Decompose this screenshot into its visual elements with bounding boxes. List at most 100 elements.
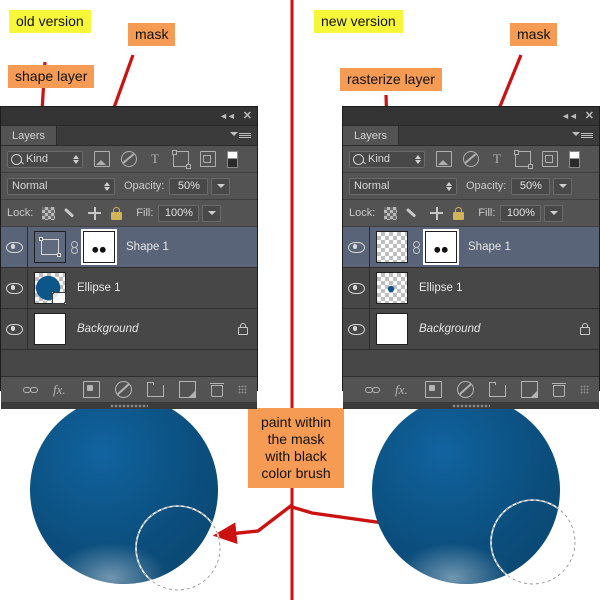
shape-filter-icon[interactable] xyxy=(513,149,533,169)
type-filter-icon[interactable]: T xyxy=(148,152,162,166)
lock-all-icon[interactable] xyxy=(453,206,465,220)
lock-transparent-icon[interactable] xyxy=(42,206,56,220)
chevron-updown-icon[interactable] xyxy=(415,154,421,164)
lock-image-icon[interactable] xyxy=(65,207,78,220)
eye-icon xyxy=(347,323,365,335)
opacity-label: Opacity: xyxy=(466,180,507,192)
add-mask-icon[interactable] xyxy=(425,381,442,398)
layer-list-empty-space xyxy=(343,350,599,377)
panel-menu-icon[interactable] xyxy=(581,130,593,140)
fill-value[interactable]: 100% xyxy=(500,204,542,222)
link-layers-icon[interactable] xyxy=(23,382,38,397)
layer-visibility-toggle[interactable] xyxy=(1,227,28,267)
adjustment-layer-icon[interactable] xyxy=(457,381,474,398)
resize-grip-icon[interactable] xyxy=(580,385,589,394)
opacity-dropdown-icon[interactable] xyxy=(553,177,573,195)
adjustment-filter-icon[interactable] xyxy=(121,151,137,167)
table-row[interactable]: Shape 1 xyxy=(1,227,257,268)
lock-transparent-icon[interactable] xyxy=(384,206,398,220)
blend-mode-select-old[interactable]: Normal xyxy=(7,177,115,195)
layer-mask-thumbnail[interactable] xyxy=(83,231,115,263)
blend-row-new: Normal Opacity: 50% xyxy=(343,173,599,200)
pixel-filter-icon[interactable] xyxy=(94,151,110,167)
new-layer-icon[interactable] xyxy=(179,381,196,398)
pixel-filter-icon[interactable] xyxy=(436,151,452,167)
table-row[interactable]: Background xyxy=(343,309,599,350)
drag-grip-icon[interactable] xyxy=(110,403,148,408)
fill-dropdown-icon[interactable] xyxy=(544,204,564,222)
layer-visibility-toggle[interactable] xyxy=(343,227,370,267)
add-mask-icon[interactable] xyxy=(83,381,100,398)
tab-layers-new[interactable]: Layers xyxy=(343,126,400,145)
filter-toggle-icon[interactable] xyxy=(569,150,580,168)
layer-thumbnail-background[interactable] xyxy=(34,313,66,345)
delete-layer-icon[interactable] xyxy=(210,382,224,397)
brush-cursor-left xyxy=(135,505,221,591)
lock-all-icon[interactable] xyxy=(111,206,123,220)
panel-menu-icon[interactable] xyxy=(239,130,251,140)
lock-position-icon[interactable] xyxy=(430,206,444,220)
layer-style-fx-icon[interactable]: fx. xyxy=(53,382,68,397)
smartobject-filter-icon[interactable] xyxy=(542,151,558,167)
opacity-value[interactable]: 50% xyxy=(169,177,209,195)
layer-thumbnail-background[interactable] xyxy=(376,313,408,345)
filter-kind-select-old[interactable]: Kind xyxy=(7,150,83,168)
close-icon[interactable]: ✕ xyxy=(243,110,252,122)
layer-visibility-toggle[interactable] xyxy=(1,309,28,349)
eye-icon xyxy=(5,241,23,253)
filter-row-new: Kind T xyxy=(343,146,599,173)
type-filter-icon[interactable]: T xyxy=(490,152,504,166)
layer-thumbnail-vector[interactable] xyxy=(34,231,66,263)
layer-thumbnail-ellipse[interactable] xyxy=(376,272,408,304)
blend-row-old: Normal Opacity: 50% xyxy=(1,173,257,200)
opacity-dropdown-icon[interactable] xyxy=(211,177,231,195)
filter-row-old: Kind T xyxy=(1,146,257,173)
chevron-updown-icon[interactable] xyxy=(446,181,452,191)
layer-visibility-toggle[interactable] xyxy=(343,309,370,349)
arrow-to-right-sphere xyxy=(291,505,493,546)
layer-visibility-toggle[interactable] xyxy=(1,268,28,308)
lock-image-icon[interactable] xyxy=(407,207,420,220)
table-row[interactable]: Ellipse 1 xyxy=(343,268,599,309)
layer-name: Background xyxy=(77,323,139,335)
collapse-icon[interactable]: ◄◄ xyxy=(561,111,578,121)
table-row[interactable]: Ellipse 1 xyxy=(1,268,257,309)
adjustment-filter-icon[interactable] xyxy=(463,151,479,167)
resize-grip-icon[interactable] xyxy=(238,385,247,394)
layer-style-fx-icon[interactable]: fx. xyxy=(395,382,410,397)
lock-position-icon[interactable] xyxy=(88,206,102,220)
close-icon[interactable]: ✕ xyxy=(585,110,594,122)
panel-menu-triangle-icon[interactable] xyxy=(572,132,580,136)
smartobject-filter-icon[interactable] xyxy=(200,151,216,167)
filter-toggle-icon[interactable] xyxy=(227,150,238,168)
delete-layer-icon[interactable] xyxy=(552,382,566,397)
mask-link-icon[interactable] xyxy=(412,240,421,254)
chevron-updown-icon[interactable] xyxy=(104,181,110,191)
new-group-icon[interactable] xyxy=(146,382,164,397)
filter-kind-select-new[interactable]: Kind xyxy=(349,150,425,168)
shape-filter-icon[interactable] xyxy=(171,149,191,169)
fill-dropdown-icon[interactable] xyxy=(202,204,222,222)
table-row[interactable]: Shape 1 xyxy=(343,227,599,268)
collapse-icon[interactable]: ◄◄ xyxy=(219,111,236,121)
tab-layers-old[interactable]: Layers xyxy=(1,126,58,145)
layer-mask-thumbnail[interactable] xyxy=(425,231,457,263)
opacity-value[interactable]: 50% xyxy=(511,177,551,195)
layer-thumbnail-raster[interactable] xyxy=(376,231,408,263)
layer-visibility-toggle[interactable] xyxy=(343,268,370,308)
chevron-updown-icon[interactable] xyxy=(73,154,79,164)
blend-mode-select-new[interactable]: Normal xyxy=(349,177,457,195)
layer-thumbnail-ellipse[interactable] xyxy=(34,272,67,305)
lock-label: Lock: xyxy=(7,207,34,219)
layer-list-old: Shape 1 Ellipse 1 Background xyxy=(1,227,257,377)
arrow-to-left-sphere xyxy=(212,503,294,545)
adjustment-layer-icon[interactable] xyxy=(115,381,132,398)
panel-menu-triangle-icon[interactable] xyxy=(230,132,238,136)
fill-value[interactable]: 100% xyxy=(158,204,200,222)
new-layer-icon[interactable] xyxy=(521,381,538,398)
mask-link-icon[interactable] xyxy=(70,240,79,254)
link-layers-icon[interactable] xyxy=(365,382,380,397)
drag-grip-icon[interactable] xyxy=(452,403,490,408)
table-row[interactable]: Background xyxy=(1,309,257,350)
new-group-icon[interactable] xyxy=(488,382,506,397)
